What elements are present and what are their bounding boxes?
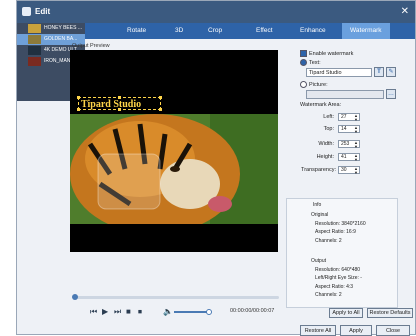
info-panel: Info Original Resolution: 3840*2160 Aspe… [286, 198, 398, 308]
close-icon[interactable]: ✕ [401, 6, 409, 17]
resize-handle[interactable] [159, 108, 162, 111]
apply-to-all-button[interactable]: Apply to All [329, 308, 363, 318]
width-stepper[interactable]: 253 ▲ ▼ [338, 140, 360, 149]
resize-handle[interactable] [159, 96, 162, 99]
output-eye-size: Left/Right Eye Size: - [315, 275, 362, 281]
output-aspect-ratio: Aspect Ratio: 4:3 [315, 284, 354, 290]
height-value: 41 [341, 154, 347, 160]
width-value: 253 [341, 141, 350, 147]
left-value: 27 [341, 114, 347, 120]
resize-handle[interactable] [118, 108, 121, 111]
file-thumbnail [28, 57, 41, 66]
browse-picture-button[interactable]: … [386, 89, 396, 99]
file-name: HONEY BEES ... [44, 25, 82, 31]
tab-3d[interactable]: 3D [175, 27, 183, 34]
text-format-icon[interactable]: T [374, 67, 384, 77]
window-title: Edit [35, 7, 51, 16]
top-value: 14 [341, 126, 347, 132]
playback-controls: ⏮ ▶ ⏭ ■ ⏹ 🔈 00:00:00/00:00:07 [70, 306, 282, 318]
watermark-area-label: Watermark Area: [300, 102, 342, 108]
resize-handle[interactable] [77, 108, 80, 111]
restore-defaults-button[interactable]: Restore Defaults [367, 308, 413, 318]
file-thumbnail [28, 24, 41, 33]
tab-enhance[interactable]: Enhance [300, 27, 326, 34]
previous-frame-icon[interactable]: ⏮ [90, 307, 97, 317]
file-item[interactable]: HONEY BEES ... [17, 23, 85, 34]
apply-button[interactable]: Apply [340, 325, 372, 336]
text-radio-label: Text: [309, 59, 321, 66]
tab-watermark[interactable]: Watermark [342, 23, 390, 39]
left-stepper[interactable]: 27 ▲ ▼ [338, 113, 360, 122]
file-name: GOLDEN BA... [44, 36, 78, 42]
picture-option-row[interactable]: Picture: [300, 81, 328, 88]
height-stepper[interactable]: 41 ▲ ▼ [338, 153, 360, 162]
picture-radio[interactable] [300, 81, 307, 88]
top-stepper[interactable]: 14 ▲ ▼ [338, 125, 360, 134]
app-icon [22, 7, 31, 16]
file-thumbnail [28, 46, 41, 55]
stepper-arrows-icon[interactable]: ▲ ▼ [354, 154, 358, 162]
tab-crop[interactable]: Crop [208, 27, 222, 34]
stepper-arrows-icon[interactable]: ▲ ▼ [354, 167, 358, 175]
text-radio[interactable] [300, 59, 307, 66]
file-thumbnail [28, 35, 41, 44]
tab-rotate[interactable]: Rotate [127, 27, 146, 34]
picture-radio-label: Picture: [309, 81, 328, 88]
watermark-overlay[interactable]: Tipard Studio [77, 96, 162, 111]
play-icon[interactable]: ▶ [102, 307, 108, 316]
stepper-arrows-icon[interactable]: ▲ ▼ [354, 114, 358, 122]
transparency-label: Transparency: [301, 167, 336, 173]
seek-knob[interactable] [72, 294, 78, 300]
stepper-arrows-icon[interactable]: ▲ ▼ [354, 126, 358, 134]
tab-effect[interactable]: Effect [256, 27, 273, 34]
restore-all-button[interactable]: Restore All [300, 325, 336, 336]
watermark-text-input[interactable]: Tipard Studio [306, 68, 372, 77]
enable-watermark-checkbox[interactable] [300, 50, 307, 57]
original-channels: Channels: 2 [315, 238, 342, 244]
close-button[interactable]: Close [376, 325, 410, 336]
width-label: Width: [318, 141, 334, 147]
left-label: Left: [323, 114, 334, 120]
screenshot-icon[interactable]: ⏹ [138, 307, 142, 317]
playback-time: 00:00:00/00:00:07 [230, 308, 275, 314]
info-header: Info [313, 202, 322, 208]
volume-slider[interactable] [174, 309, 212, 315]
original-aspect-ratio: Aspect Ratio: 16:9 [315, 229, 356, 235]
output-label: Output [311, 258, 327, 264]
resize-handle[interactable] [77, 96, 80, 99]
stepper-arrows-icon[interactable]: ▲ ▼ [354, 141, 358, 149]
text-edit-icon[interactable]: ✎ [386, 67, 396, 77]
transparency-stepper[interactable]: 30 ▲ ▼ [338, 166, 360, 175]
height-label: Height: [316, 154, 334, 160]
transparency-value: 30 [341, 167, 347, 173]
seek-bar[interactable] [72, 294, 279, 300]
top-label: Top: [323, 126, 334, 132]
watermark-text: Tipard Studio [81, 99, 142, 110]
enable-watermark-row[interactable]: Enable watermark [300, 50, 353, 57]
stop-icon[interactable]: ■ [126, 307, 131, 316]
video-preview: Tipard Studio [70, 50, 278, 252]
output-preview-label: Output Preview [72, 43, 110, 49]
resize-handle[interactable] [118, 96, 121, 99]
picture-path-input[interactable] [306, 90, 384, 99]
output-resolution: Resolution: 640*480 [315, 267, 361, 273]
original-label: Original [311, 212, 329, 218]
volume-icon[interactable]: 🔈 [163, 307, 173, 316]
volume-knob[interactable] [206, 309, 212, 315]
edit-tabs: Rotate 3D Crop Effect Enhance Watermark [85, 23, 415, 39]
next-frame-icon[interactable]: ⏭ [114, 307, 121, 317]
text-option-row[interactable]: Text: [300, 59, 321, 66]
title-bar: Edit ✕ [17, 1, 415, 23]
original-resolution: Resolution: 3840*2160 [315, 221, 366, 227]
enable-watermark-label: Enable watermark [309, 50, 354, 57]
tiger-frame-image [70, 114, 278, 224]
output-channels: Channels: 2 [315, 292, 342, 298]
